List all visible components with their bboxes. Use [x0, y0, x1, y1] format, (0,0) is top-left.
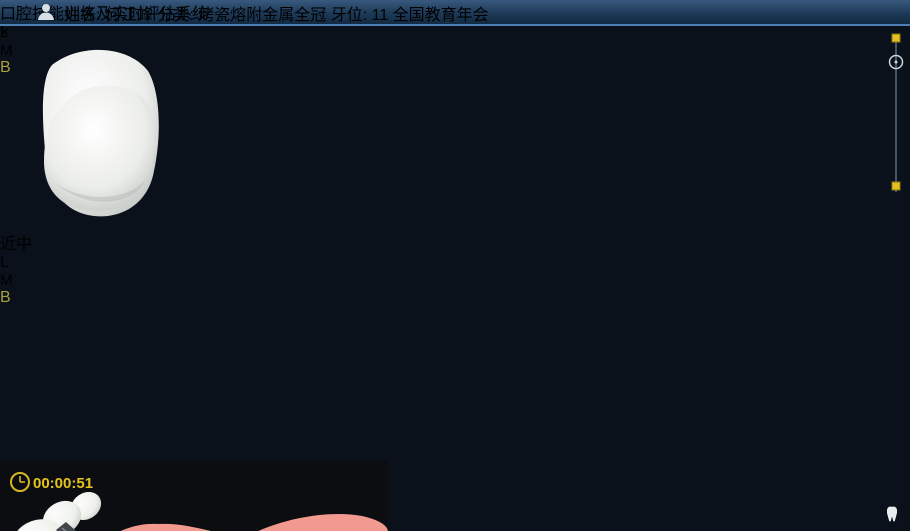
- main-3d-viewport[interactable]: 00:00:51 TF-13: [0, 460, 910, 531]
- marker-mesial: M: [0, 272, 212, 289]
- timer-value: 00:00:51: [33, 475, 93, 492]
- view-panel-mesial-title: 近中: [0, 236, 32, 253]
- 3d-scene[interactable]: 00:00:51 TF-13: [0, 460, 388, 531]
- timer-overlay: 00:00:51: [11, 473, 93, 492]
- marker-lingual: L: [0, 254, 212, 272]
- view-panel-mesial: 近中 L M B: [0, 230, 212, 460]
- depth-slider[interactable]: [888, 30, 904, 200]
- tooth-icon[interactable]: [884, 505, 900, 523]
- view-panel-mesial-header: 近中: [0, 230, 212, 254]
- marker-buccal: B: [0, 289, 212, 307]
- slider-handle-bottom: [892, 182, 900, 190]
- tooth-3d-view-mesial[interactable]: [0, 13, 210, 228]
- app-window: 姓名: 何江峰 分类: 烤瓷熔附金属全冠 牙位: 11 全国教育年会 口腔技能训…: [0, 0, 910, 531]
- slider-handle-top: [892, 34, 900, 42]
- user-tooth-position: 牙位: 11 全国教育年会: [331, 7, 489, 24]
